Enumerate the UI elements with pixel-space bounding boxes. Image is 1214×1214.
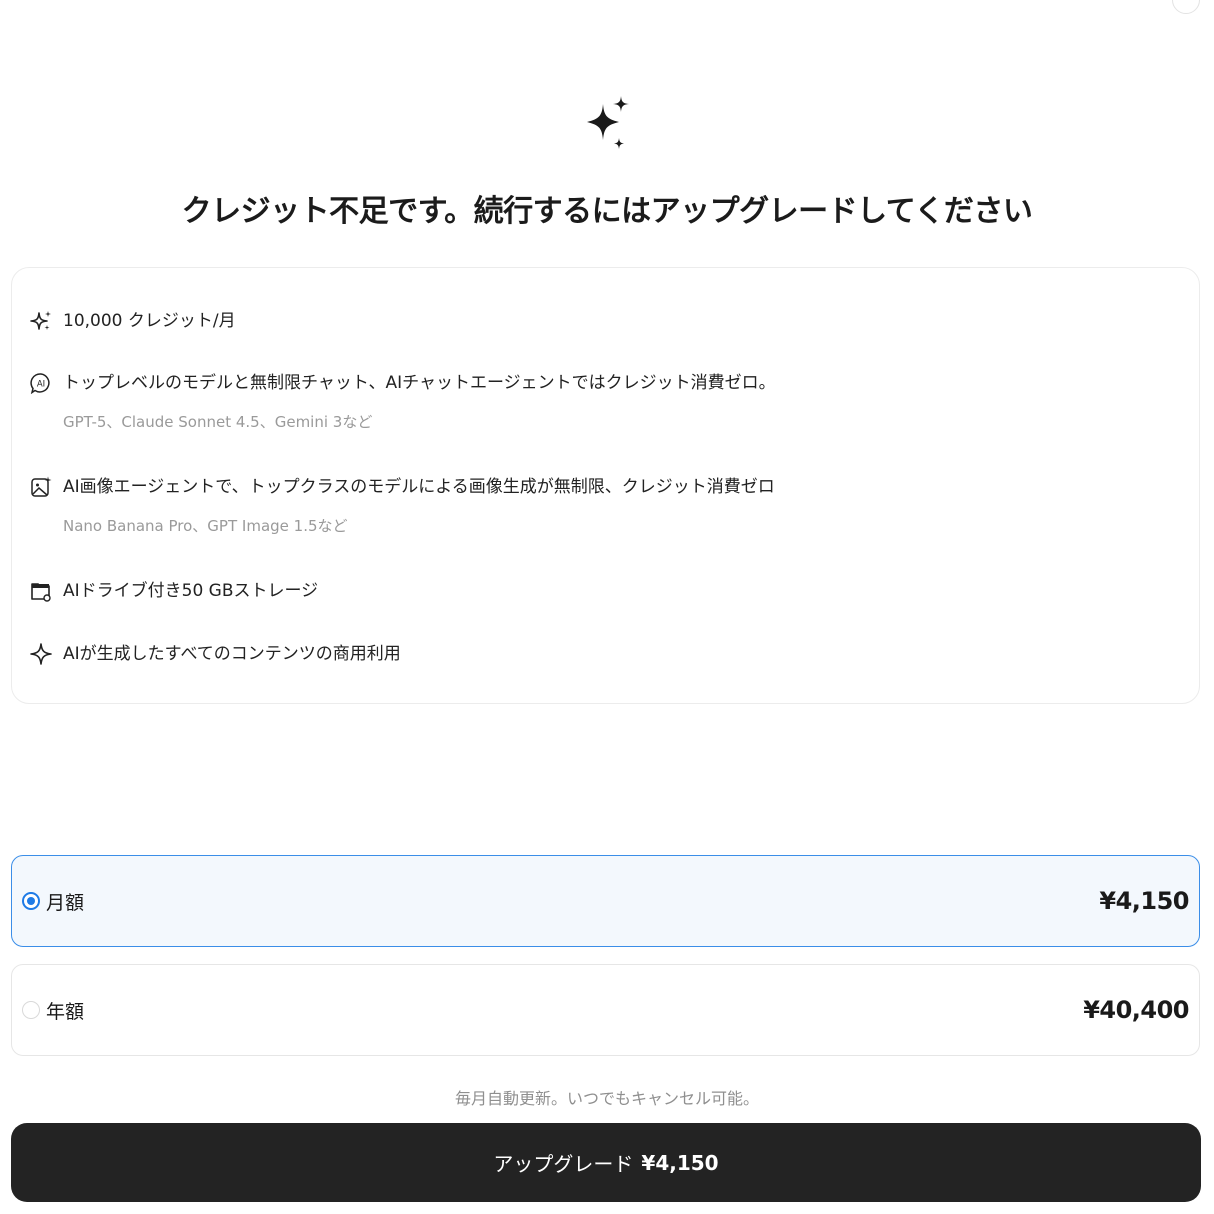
features-card: 10,000 クレジット/月 AI トップレベルのモデルと無制限チャット、AIチ…: [11, 267, 1200, 704]
upgrade-button[interactable]: アップグレード ¥4,150: [11, 1123, 1201, 1202]
plan-label: 月額: [46, 891, 85, 914]
plan-price: ¥40,400: [1083, 996, 1189, 1024]
radio-button-monthly[interactable]: [22, 892, 40, 910]
drive-folder-icon: [31, 583, 51, 602]
close-button[interactable]: [1172, 0, 1200, 14]
renewal-note: 毎月自動更新。いつでもキャンセル可能。: [454, 1089, 759, 1108]
feature-item: 10,000 クレジット/月: [30, 310, 236, 332]
feature-subtext: GPT-5、Claude Sonnet 4.5、Gemini 3など: [63, 413, 373, 431]
feature-text: AIが生成したすべてのコンテンツの商用利用: [63, 644, 401, 664]
feature-text: トップレベルのモデルと無制限チャット、AIチャットエージェントではクレジット消費…: [63, 373, 776, 393]
plan-option-monthly[interactable]: 月額 ¥4,150: [11, 855, 1200, 947]
feature-item: AIドライブ付き50 GBストレージ: [30, 580, 318, 602]
sparkle-icon: [30, 643, 52, 665]
upgrade-label: アップグレード: [493, 1152, 634, 1176]
sparkles-icon: [30, 311, 51, 330]
svg-text:AI: AI: [37, 380, 45, 390]
sparkles-hero-icon: [587, 96, 629, 149]
feature-subtext: Nano Banana Pro、GPT Image 1.5など: [63, 517, 348, 535]
ai-image-icon: [31, 476, 52, 497]
ai-chat-icon: AI: [30, 373, 50, 394]
feature-item: AI トップレベルのモデルと無制限チャット、AIチャットエージェントではクレジッ…: [30, 372, 776, 432]
feature-item: AI画像エージェントで、トップクラスのモデルによる画像生成が無制限、クレジット消…: [30, 476, 775, 536]
feature-text: 10,000 クレジット/月: [63, 311, 236, 331]
plan-price: ¥4,150: [1099, 887, 1189, 915]
radio-button-yearly[interactable]: [22, 1001, 40, 1019]
feature-item: AIが生成したすべてのコンテンツの商用利用: [30, 643, 401, 665]
upgrade-price: ¥4,150: [641, 1150, 719, 1175]
feature-text: AIドライブ付き50 GBストレージ: [63, 581, 319, 601]
feature-text: AI画像エージェントで、トップクラスのモデルによる画像生成が無制限、クレジット消…: [63, 477, 775, 497]
page-title: クレジット不足です。続行するにはアップグレードしてください: [181, 194, 1033, 229]
plan-label: 年額: [46, 1000, 85, 1023]
plan-option-yearly[interactable]: 年額 ¥40,400: [11, 964, 1200, 1056]
